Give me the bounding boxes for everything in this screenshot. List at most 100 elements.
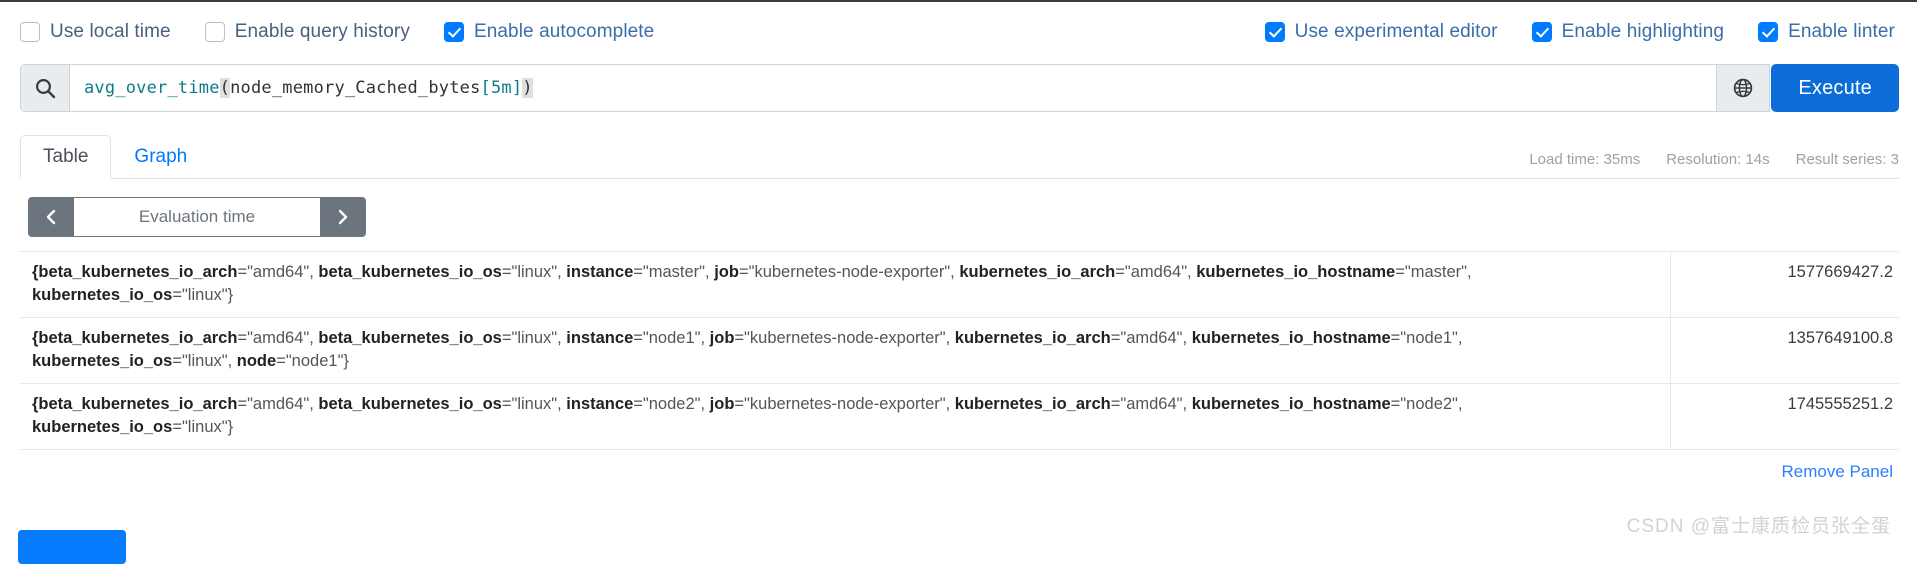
label-key: node <box>236 352 277 371</box>
csdn-watermark: CSDN @富士康质检员张全蛋 <box>1626 516 1891 537</box>
label-value: ="linux", <box>172 352 237 371</box>
label-value: ="kubernetes-node-exporter", <box>734 328 955 347</box>
right-options-group: Use experimental editor Enable highlighti… <box>1264 21 1899 43</box>
label-value: ="node2", <box>633 394 710 413</box>
unchecked-box-icon[interactable] <box>20 22 40 42</box>
label-key: instance <box>566 328 634 347</box>
label-key: job <box>709 394 735 413</box>
label-value: ="master", <box>1395 263 1472 281</box>
metric-labels-cell: {beta_kubernetes_io_arch="amd64", beta_k… <box>20 383 1671 449</box>
label-value: ="node1", <box>1390 328 1463 347</box>
table-row: {beta_kubernetes_io_arch="amd64", beta_k… <box>20 383 1899 450</box>
label-key: kubernetes_io_arch <box>954 394 1111 413</box>
checked-box-icon[interactable] <box>1264 22 1285 42</box>
label-key: kubernetes_io_os <box>32 286 173 305</box>
tab-table[interactable]: Table <box>20 135 112 179</box>
checkbox-enable-linter[interactable]: Enable linter <box>1758 21 1895 43</box>
label-value: ="node1", <box>633 328 710 347</box>
execute-button[interactable]: Execute <box>1771 64 1899 112</box>
metric-labels-cell: {beta_kubernetes_io_arch="amd64", beta_k… <box>20 252 1671 318</box>
label-key: job <box>709 328 735 347</box>
chevron-left-icon[interactable] <box>28 197 74 237</box>
checkbox-enable-highlighting[interactable]: Enable highlighting <box>1531 21 1725 43</box>
query-options-row: Use local time Enable query history Enable… <box>0 0 1917 62</box>
metric-labels-cell: {beta_kubernetes_io_arch="amd64", beta_k… <box>20 317 1671 383</box>
checked-box-icon[interactable] <box>1758 22 1779 42</box>
label-key: kubernetes_io_arch <box>954 328 1111 347</box>
label-value: ="linux"} <box>172 418 234 437</box>
stat-load-time: Load time: 35ms <box>1529 151 1641 168</box>
label-value: ="node1"} <box>276 352 349 371</box>
stat-resolution: Resolution: 14s <box>1666 151 1770 168</box>
label-value: ="amd64", <box>237 394 319 413</box>
label-value: ="linux", <box>501 328 567 347</box>
label-value: ="linux"} <box>172 286 234 305</box>
label-key: job <box>714 263 739 281</box>
expression-input-group: avg_over_time ( node_memory_Cached_bytes… <box>20 64 1718 112</box>
results-table-wrap: {beta_kubernetes_io_arch="amd64", beta_k… <box>20 251 1899 450</box>
label-value: ="master", <box>633 263 715 281</box>
label-value: ="amd64", <box>1115 263 1197 281</box>
table-row: {beta_kubernetes_io_arch="amd64", beta_k… <box>20 251 1899 318</box>
chevron-right-icon[interactable] <box>320 197 366 237</box>
checked-box-icon[interactable] <box>1531 22 1552 42</box>
label-key: kubernetes_io_os <box>32 352 173 371</box>
label-key: {beta_kubernetes_io_arch <box>32 263 238 281</box>
checkbox-label: Use local time <box>50 21 171 42</box>
checkbox-use-experimental-editor[interactable]: Use experimental editor <box>1264 21 1498 43</box>
token-close-bracket: ] <box>511 78 523 98</box>
checkbox-use-local-time[interactable]: Use local time <box>20 21 171 43</box>
tab-graph[interactable]: Graph <box>111 135 210 179</box>
token-duration: 5m <box>490 78 512 98</box>
checkbox-label: Enable autocomplete <box>473 21 655 42</box>
add-panel-button[interactable] <box>18 530 126 564</box>
prometheus-query-panel: Use local time Enable query history Enable… <box>0 0 1917 564</box>
evaluation-time-control: Evaluation time <box>28 197 366 237</box>
stat-result-series: Result series: 3 <box>1795 151 1899 168</box>
label-key: kubernetes_io_hostname <box>1196 263 1396 281</box>
token-open-paren: ( <box>219 78 231 98</box>
checkbox-label: Enable highlighting <box>1561 21 1725 42</box>
label-value: ="kubernetes-node-exporter", <box>738 263 960 281</box>
evaluation-time-input[interactable]: Evaluation time <box>74 197 320 237</box>
token-function: avg_over_time <box>84 78 220 98</box>
label-key: instance <box>566 394 634 413</box>
window-top-edge <box>0 0 1917 2</box>
label-key: {beta_kubernetes_io_arch <box>32 328 238 347</box>
checkbox-enable-query-history[interactable]: Enable query history <box>204 21 410 43</box>
label-value: ="linux", <box>501 394 567 413</box>
checkbox-label: Enable linter <box>1788 21 1895 42</box>
left-options-group: Use local time Enable query history Enable… <box>20 21 688 43</box>
query-bar: avg_over_time ( node_memory_Cached_bytes… <box>20 64 1899 112</box>
result-tabs: Table Graph Load time: 35ms Resolution: … <box>20 132 1899 179</box>
label-key: kubernetes_io_arch <box>959 263 1116 281</box>
label-value: ="kubernetes-node-exporter", <box>734 394 955 413</box>
label-value: ="amd64", <box>237 328 319 347</box>
unchecked-box-icon[interactable] <box>204 22 225 42</box>
remove-panel-link[interactable]: Remove Panel <box>1781 462 1893 482</box>
label-value: ="linux", <box>501 263 567 281</box>
label-key: {beta_kubernetes_io_arch <box>32 394 238 413</box>
search-icon <box>21 65 70 111</box>
metric-value-cell: 1357649100.8 <box>1670 317 1899 384</box>
checked-box-icon[interactable] <box>443 22 464 42</box>
label-value: ="node2", <box>1390 394 1463 413</box>
checkbox-label: Use experimental editor <box>1294 21 1498 42</box>
token-close-paren: ) <box>522 78 533 98</box>
query-stats: Load time: 35ms Resolution: 14s Result s… <box>1529 151 1899 178</box>
label-value: ="amd64", <box>237 263 319 281</box>
label-value: ="amd64", <box>1110 328 1192 347</box>
token-metric: node_memory_Cached_bytes <box>230 78 481 98</box>
expression-input[interactable]: avg_over_time ( node_memory_Cached_bytes… <box>70 65 1716 111</box>
label-key: kubernetes_io_hostname <box>1191 394 1391 413</box>
checkbox-enable-autocomplete[interactable]: Enable autocomplete <box>443 21 655 43</box>
label-key: kubernetes_io_hostname <box>1191 328 1391 347</box>
panel-footer: Remove Panel <box>20 462 1893 482</box>
table-row: {beta_kubernetes_io_arch="amd64", beta_k… <box>20 317 1899 384</box>
label-key: beta_kubernetes_io_os <box>318 394 502 413</box>
label-key: beta_kubernetes_io_os <box>318 263 502 281</box>
token-open-bracket: [ <box>480 78 491 98</box>
globe-icon[interactable] <box>1717 64 1771 112</box>
label-key: kubernetes_io_os <box>32 418 173 437</box>
label-key: instance <box>566 263 634 281</box>
